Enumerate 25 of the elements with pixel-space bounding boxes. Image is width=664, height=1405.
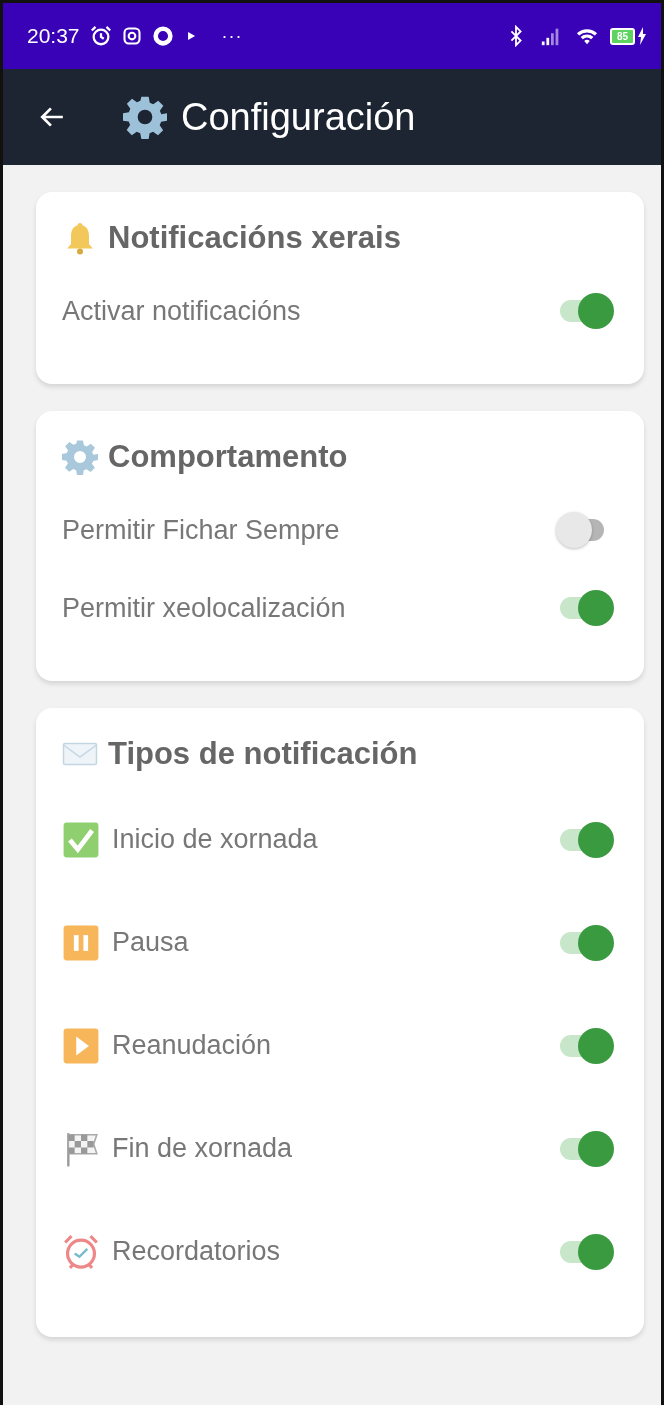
setting-label: Fin de xornada	[112, 1133, 294, 1164]
gear-icon	[62, 439, 98, 475]
play-icon	[62, 1026, 100, 1065]
setting-label: Inicio de xornada	[112, 824, 319, 855]
checkmark-icon	[62, 820, 100, 859]
section-title: Notificacións xerais	[108, 220, 401, 256]
setting-label: Permitir Fichar Sempre	[62, 514, 341, 546]
clock-time: 20:37	[27, 24, 80, 48]
section-title: Tipos de notificación	[108, 736, 418, 772]
setting-label: Reanudación	[112, 1030, 273, 1061]
alarm-clock-icon	[89, 25, 112, 47]
gear-icon	[123, 95, 167, 139]
charging-icon	[637, 27, 647, 45]
page-title: Configuración	[181, 95, 416, 139]
alarm-clock-icon	[62, 1232, 100, 1271]
setting-label: Permitir xeolocalización	[62, 592, 347, 624]
battery-level: 85	[609, 27, 635, 45]
section-title: Comportamento	[108, 439, 348, 475]
circle-icon	[151, 25, 174, 47]
camera-icon	[121, 25, 142, 47]
setting-label: Recordatorios	[112, 1236, 282, 1267]
more-indicator: ···	[221, 25, 243, 47]
pause-icon	[62, 923, 100, 962]
setting-label: Activar notificacións	[62, 295, 302, 327]
setting-label: Pausa	[112, 927, 190, 958]
